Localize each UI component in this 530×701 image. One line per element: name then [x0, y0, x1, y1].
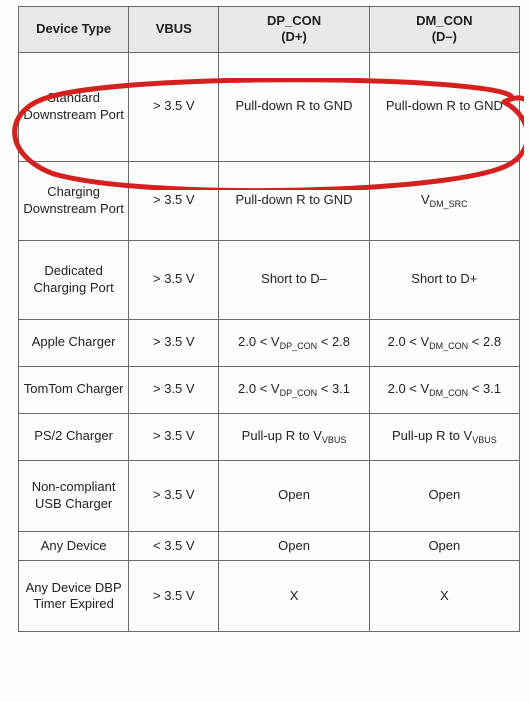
cell-dm: 2.0 < VDM_CON < 2.8 — [369, 319, 519, 366]
hi: < 3.1 — [317, 381, 350, 396]
cell-dp: Pull-up R to VVBUS — [219, 413, 369, 460]
hi: < 2.8 — [468, 334, 501, 349]
cell-dp: 2.0 < VDP_CON < 2.8 — [219, 319, 369, 366]
cell-vbus: > 3.5 V — [129, 413, 219, 460]
cell-dp: X — [219, 560, 369, 631]
lo: 2.0 < V — [238, 381, 280, 396]
cell-vbus: > 3.5 V — [129, 366, 219, 413]
subscript: VBUS — [322, 435, 347, 445]
cell-dm: X — [369, 560, 519, 631]
cell-dm: Pull-up R to VVBUS — [369, 413, 519, 460]
cell-device: TomTom Charger — [19, 366, 129, 413]
cell-vbus: > 3.5 V — [129, 560, 219, 631]
table-row: Apple Charger > 3.5 V 2.0 < VDP_CON < 2.… — [19, 319, 520, 366]
cell-dm: Short to D+ — [369, 240, 519, 319]
hi: < 3.1 — [468, 381, 501, 396]
table-row: TomTom Charger > 3.5 V 2.0 < VDP_CON < 3… — [19, 366, 520, 413]
table-row: Non-compliant USB Charger > 3.5 V Open O… — [19, 460, 520, 531]
subscript: DM_CON — [429, 388, 468, 398]
cell-dp: Pull-down R to GND — [219, 161, 369, 240]
device-table: Device Type VBUS DP_CON (D+) DM_CON (D–)… — [18, 6, 520, 632]
header-text: Device Type — [36, 21, 111, 36]
cell-vbus: > 3.5 V — [129, 460, 219, 531]
subscript: DP_CON — [280, 388, 318, 398]
cell-dp: 2.0 < VDP_CON < 3.1 — [219, 366, 369, 413]
cell-device: Standard Downstream Port — [19, 52, 129, 161]
txt: Pull-up R to V — [242, 428, 322, 443]
cell-vbus: > 3.5 V — [129, 240, 219, 319]
lo: 2.0 < V — [238, 334, 280, 349]
cell-vbus: > 3.5 V — [129, 161, 219, 240]
cell-vbus: < 3.5 V — [129, 531, 219, 560]
cell-dm: VDM_SRC — [369, 161, 519, 240]
cell-dm: 2.0 < VDM_CON < 3.1 — [369, 366, 519, 413]
table-row: Dedicated Charging Port > 3.5 V Short to… — [19, 240, 520, 319]
table-row: Standard Downstream Port > 3.5 V Pull-do… — [19, 52, 520, 161]
header-subtext: (D–) — [432, 29, 457, 44]
col-header-device-type: Device Type — [19, 7, 129, 53]
col-header-dp-con: DP_CON (D+) — [219, 7, 369, 53]
subscript: DM_CON — [429, 341, 468, 351]
col-header-vbus: VBUS — [129, 7, 219, 53]
cell-device: Any Device DBP Timer Expired — [19, 560, 129, 631]
col-header-dm-con: DM_CON (D–) — [369, 7, 519, 53]
cell-device: Dedicated Charging Port — [19, 240, 129, 319]
lo: 2.0 < V — [388, 334, 430, 349]
hi: < 2.8 — [317, 334, 350, 349]
cell-device: PS/2 Charger — [19, 413, 129, 460]
header-text: VBUS — [156, 21, 192, 36]
cell-device: Apple Charger — [19, 319, 129, 366]
cell-dp: Pull-down R to GND — [219, 52, 369, 161]
header-subtext: (D+) — [281, 29, 307, 44]
cell-dm: Open — [369, 460, 519, 531]
cell-device: Any Device — [19, 531, 129, 560]
cell-dp: Open — [219, 531, 369, 560]
subscript: DM_SRC — [430, 199, 468, 209]
cell-dm: Open — [369, 531, 519, 560]
table-row: PS/2 Charger > 3.5 V Pull-up R to VVBUS … — [19, 413, 520, 460]
cell-dp: Short to D– — [219, 240, 369, 319]
cell-device: Charging Downstream Port — [19, 161, 129, 240]
table-head: Device Type VBUS DP_CON (D+) DM_CON (D–) — [19, 7, 520, 53]
table-body: Standard Downstream Port > 3.5 V Pull-do… — [19, 52, 520, 631]
value: V — [421, 192, 430, 207]
table-row: Any Device DBP Timer Expired > 3.5 V X X — [19, 560, 520, 631]
lo: 2.0 < V — [388, 381, 430, 396]
subscript: DP_CON — [280, 341, 318, 351]
header-text: DP_CON — [267, 13, 321, 28]
cell-dp: Open — [219, 460, 369, 531]
table-row: Charging Downstream Port > 3.5 V Pull-do… — [19, 161, 520, 240]
subscript: VBUS — [472, 435, 497, 445]
header-text: DM_CON — [416, 13, 472, 28]
cell-vbus: > 3.5 V — [129, 319, 219, 366]
cell-device: Non-compliant USB Charger — [19, 460, 129, 531]
table-row: Any Device < 3.5 V Open Open — [19, 531, 520, 560]
cell-vbus: > 3.5 V — [129, 52, 219, 161]
cell-dm: Pull-down R to GND — [369, 52, 519, 161]
page: Device Type VBUS DP_CON (D+) DM_CON (D–)… — [0, 0, 530, 701]
txt: Pull-up R to V — [392, 428, 472, 443]
